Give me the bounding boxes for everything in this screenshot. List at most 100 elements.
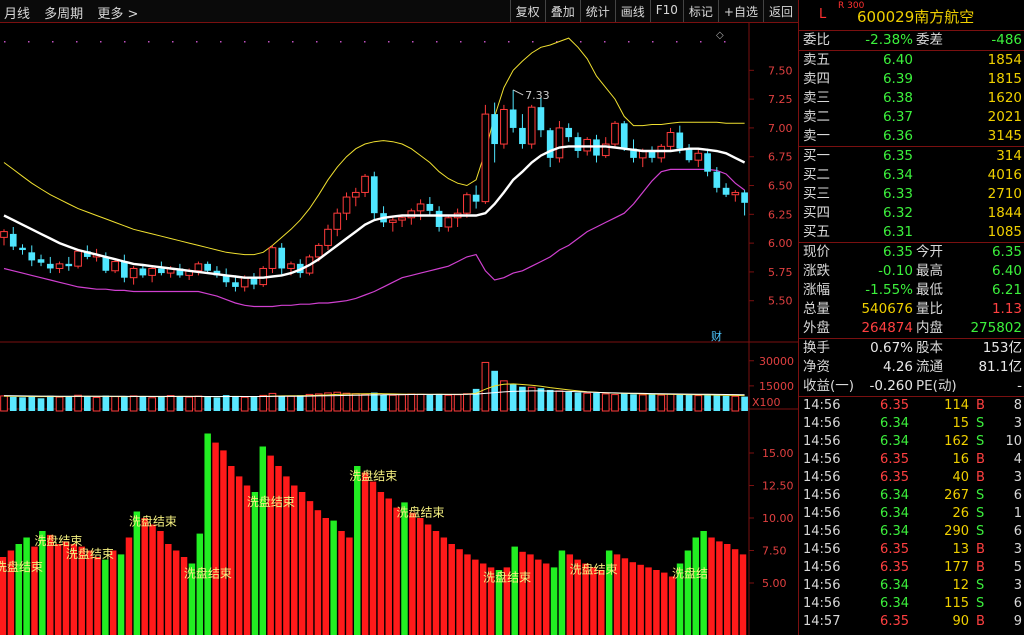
candle-body <box>111 261 119 272</box>
draw-line-button[interactable]: 画线 <box>614 0 650 22</box>
fundamental-row: 换手 0.67% 股本 153亿 <box>799 339 1024 358</box>
buy-row[interactable]: 买五 6.31 1085 <box>799 223 1024 242</box>
chart-area[interactable]: ◇ 7.50 7.25 7.00 6.75 6.50 6.25 6.00 5.75 5.50 7.3… <box>0 22 798 635</box>
sell-row[interactable]: 卖五 6.40 1854 <box>799 51 1024 70</box>
price-axis-label: 5.75 <box>768 266 793 279</box>
buy-row[interactable]: 买一 6.35 314 <box>799 147 1024 166</box>
tick-row: 14:56 6.35 40 B 3 <box>799 469 1024 487</box>
volume-bar <box>426 394 434 411</box>
candle-body <box>491 114 498 145</box>
candle-body <box>55 263 64 269</box>
monthly-button[interactable]: 月线 <box>4 7 30 22</box>
volume-bar <box>92 396 101 412</box>
candle-body <box>620 123 628 149</box>
top-marker-dot <box>244 41 246 43</box>
volume-bar <box>722 395 730 411</box>
tick-row: 14:56 6.34 15 S 3 <box>799 415 1024 433</box>
tick-list[interactable]: 14:56 6.35 114 B 8 14:56 6.34 15 S 3 14:56 6.34 162 S… <box>799 396 1024 631</box>
volume-bar <box>250 396 258 411</box>
indicator-bar <box>464 554 471 635</box>
fundamental-value: 81.1亿 <box>978 359 1022 375</box>
stock-header: L R 300 600029南方航空 <box>799 0 1024 31</box>
indicator-bar <box>385 498 392 635</box>
more-button[interactable]: 更多 > <box>97 7 138 22</box>
volume-bar <box>537 388 545 411</box>
restore-rights-button[interactable]: 复权 <box>509 0 545 22</box>
back-button[interactable]: 返回 <box>762 0 798 22</box>
candle-body <box>388 219 397 223</box>
tick-side: B <box>976 452 985 467</box>
multi-period-button[interactable]: 多周期 <box>44 7 83 22</box>
volume-bar <box>398 394 406 412</box>
tick-side: S <box>976 524 985 539</box>
order-diff-label: 委差 <box>916 32 943 48</box>
indicator-bar <box>653 570 660 635</box>
volume-bar <box>351 393 360 412</box>
high-marker-label: 7.33 <box>525 89 550 102</box>
quote-value: 264874 <box>861 320 913 336</box>
quote-label: 总量 <box>803 301 830 317</box>
tick-price: 6.35 <box>880 398 909 413</box>
volume-bar <box>19 397 26 411</box>
candle-body <box>741 192 748 203</box>
indicator-bar <box>440 537 448 635</box>
tick-price: 6.34 <box>880 506 909 521</box>
sell-volume: 1854 <box>987 52 1022 68</box>
buy-row[interactable]: 买二 6.34 4016 <box>799 166 1024 185</box>
indicator-bar <box>692 537 699 635</box>
volume-bar <box>444 394 453 412</box>
candle-body <box>232 282 239 287</box>
indicator-bar <box>149 524 156 635</box>
fundamental-label: 收益(一) <box>803 378 855 394</box>
buy-row[interactable]: 买四 6.32 1844 <box>799 204 1024 223</box>
volume-bar <box>380 394 387 411</box>
volume-bar <box>676 393 684 411</box>
add-watchlist-button[interactable]: +自选 <box>717 0 763 22</box>
overlay-button[interactable]: 叠加 <box>544 0 580 22</box>
top-marker-dot <box>412 41 414 43</box>
indicator-bar <box>306 501 314 635</box>
tick-volume: 115 <box>944 596 969 611</box>
tick-side: B <box>976 614 985 629</box>
mark-button[interactable]: 标记 <box>682 0 718 22</box>
candle-body <box>676 132 684 149</box>
f10-button[interactable]: F10 <box>649 0 683 22</box>
fundamental-label: 净资 <box>803 359 830 375</box>
indicator-bar <box>417 518 424 635</box>
tick-price: 6.35 <box>880 470 909 485</box>
indicator-bar <box>109 550 117 635</box>
quote-value: 6.35 <box>991 244 1022 260</box>
top-marker-dot <box>436 41 438 43</box>
indicator-bar <box>700 531 707 635</box>
sell-volume: 2021 <box>987 109 1022 125</box>
candle-body <box>240 277 249 288</box>
sell-row[interactable]: 卖二 6.37 2021 <box>799 108 1024 127</box>
sell-row[interactable]: 卖四 6.39 1815 <box>799 70 1024 89</box>
fundamental-value: -0.260 <box>869 378 913 394</box>
quote-value: 540676 <box>861 301 913 317</box>
volume-bar <box>416 393 425 412</box>
quote-label: 内盘 <box>916 320 943 336</box>
top-marker-dot <box>532 41 534 43</box>
indicator-bar <box>401 502 408 635</box>
sell-row[interactable]: 卖一 6.36 3145 <box>799 127 1024 146</box>
indicator-bar <box>598 570 605 635</box>
quote-row: 总量 540676 量比 1.13 <box>799 300 1024 319</box>
top-marker-dot <box>604 41 606 43</box>
top-marker-dot <box>508 41 510 43</box>
top-marker-dot <box>316 41 318 43</box>
volume-bar <box>65 396 73 411</box>
candle-body <box>333 212 342 230</box>
top-marker-dot <box>652 41 654 43</box>
sell-price: 6.38 <box>882 90 913 106</box>
volume-bar <box>574 392 582 411</box>
buy-row[interactable]: 买三 6.33 2710 <box>799 185 1024 204</box>
candle-body <box>435 210 443 227</box>
volume-bar <box>232 396 239 411</box>
sell-row[interactable]: 卖三 6.38 1620 <box>799 89 1024 108</box>
volume-bar <box>361 393 369 412</box>
volume-bar <box>121 396 128 411</box>
indicator-bar <box>511 546 518 635</box>
statistics-button[interactable]: 统计 <box>579 0 615 22</box>
indicator-bar <box>361 472 369 635</box>
